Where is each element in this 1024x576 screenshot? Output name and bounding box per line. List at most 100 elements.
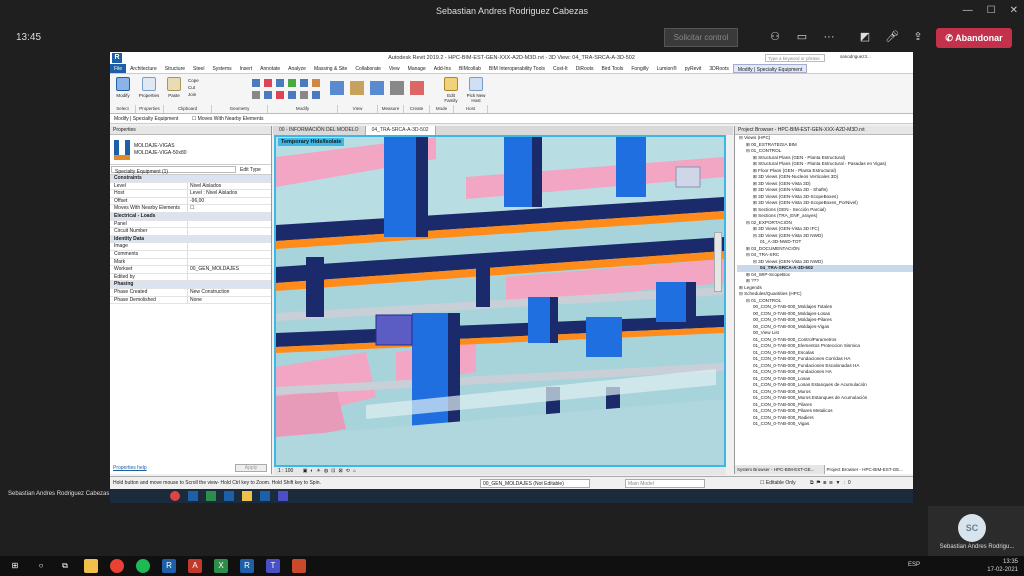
request-control-button[interactable]: Solicitar control <box>664 28 738 47</box>
app-icon[interactable] <box>292 559 306 573</box>
browser-bottom-tab[interactable]: System Browser - HPC-BIM-EST-GE... <box>735 465 825 474</box>
ribbon-tab[interactable]: Modify | Specialty Equipment <box>732 64 808 73</box>
ribbon-tab[interactable]: Architecture <box>126 64 161 73</box>
ribbon-tab[interactable]: Analyze <box>284 64 310 73</box>
ribbon-tab[interactable]: BIMcollab <box>455 64 485 73</box>
excel-icon[interactable] <box>206 491 216 501</box>
revit-icon[interactable] <box>224 491 234 501</box>
minimize-icon[interactable]: — <box>963 0 973 22</box>
revit-logo-icon[interactable]: R <box>112 53 122 63</box>
search-icon[interactable]: ○ <box>34 559 48 573</box>
more-actions-icon[interactable]: ··· <box>822 30 836 44</box>
property-value[interactable]: 00_GEN_MOLDAJES <box>188 266 271 273</box>
join-button[interactable]: Join <box>188 91 199 98</box>
language-indicator[interactable]: ESP <box>908 562 920 568</box>
instance-filter-dropdown[interactable]: Specialty Equipment (1) <box>111 166 236 175</box>
property-value[interactable] <box>188 274 271 281</box>
ribbon-tab[interactable]: File <box>110 64 127 73</box>
modify-button[interactable]: Modify <box>113 77 133 103</box>
revit-user[interactable]: sanodriguez3... <box>840 54 871 59</box>
chrome-icon[interactable] <box>110 559 124 573</box>
property-value[interactable]: -96,00 <box>188 198 271 205</box>
revit-icon[interactable] <box>260 491 270 501</box>
revit-icon[interactable]: R <box>162 559 176 573</box>
chat-icon[interactable]: ▭ <box>795 30 809 44</box>
view-scale[interactable]: 1 : 100 <box>278 468 293 474</box>
revit-search-input[interactable]: Type a keyword or phrase <box>765 54 825 62</box>
3d-view-canvas[interactable]: Temporary Hide/Isolate <box>274 135 726 467</box>
ribbon-tab[interactable]: BIM Interoperability Tools <box>485 64 549 73</box>
folder-icon[interactable] <box>84 559 98 573</box>
navigation-bar[interactable] <box>714 232 722 292</box>
view-tab[interactable]: 04_TRA-SRCA-A-3D-502 <box>365 126 436 135</box>
edit-type-button[interactable]: Edit Type <box>237 165 271 174</box>
ribbon-tab[interactable]: Fongilly <box>627 64 652 73</box>
property-value[interactable]: ☐ <box>188 205 271 212</box>
ribbon-tab[interactable]: Insert <box>236 64 257 73</box>
ribbon-tab[interactable]: Cost-It <box>549 64 572 73</box>
revit-icon[interactable]: R <box>240 559 254 573</box>
property-section[interactable]: Electrical - Loads <box>110 212 271 221</box>
close-icon[interactable]: ✕ <box>1010 0 1018 22</box>
ribbon-tab[interactable]: Structure <box>161 64 189 73</box>
properties-button[interactable]: Properties <box>138 77 160 103</box>
ribbon-tab[interactable]: Add-Ins <box>430 64 455 73</box>
chrome-icon[interactable] <box>170 491 180 501</box>
microphone-icon[interactable]: 🎤︎ <box>885 30 899 44</box>
selection-filter-icons[interactable]: ⧉⚑⊞⊟▼:0 <box>810 477 854 489</box>
type-selector[interactable]: MOLDAJE-VIGAS MOLDAJE-VIGA-50x80 <box>110 135 271 165</box>
workset-dropdown[interactable]: 00_GEN_MOLDAJES (Not Editable) <box>480 479 590 488</box>
design-option-dropdown[interactable]: Main Model <box>625 479 705 488</box>
camera-off-icon[interactable]: ◩ <box>858 30 872 44</box>
leave-call-button[interactable]: ✆ Abandonar <box>936 28 1012 48</box>
editable-only-checkbox[interactable]: ☐ Editable Only <box>760 477 796 489</box>
share-screen-icon[interactable]: ⇪ <box>911 30 925 44</box>
ribbon-tab[interactable]: Systems <box>208 64 235 73</box>
property-section[interactable]: Identity Data <box>110 235 271 244</box>
property-value[interactable]: None <box>188 297 271 304</box>
task-view-icon[interactable]: ⧉ <box>58 559 72 573</box>
view-control-icons[interactable]: ▣◐☀◍⊡⊠⟲⌂ <box>303 468 359 474</box>
ribbon-tab[interactable]: Bird Tools <box>598 64 628 73</box>
property-value[interactable] <box>188 251 271 258</box>
revit-icon[interactable] <box>188 491 198 501</box>
ribbon-tab[interactable]: Lumion® <box>653 64 681 73</box>
ribbon-tab[interactable]: Annotate <box>256 64 284 73</box>
windows-start-icon[interactable]: ⊞ <box>8 559 22 573</box>
ribbon-tab[interactable]: Manage <box>404 64 430 73</box>
spotify-icon[interactable] <box>136 559 150 573</box>
participants-icon[interactable]: ⚇ <box>768 30 782 44</box>
teams-icon[interactable]: T <box>266 559 280 573</box>
pick-new-host-button[interactable]: Pick New Host <box>464 77 488 103</box>
property-value[interactable]: Level : Nivel Aislados <box>188 190 271 197</box>
moves-with-nearby-checkbox[interactable]: ☐ Moves With Nearby Elements <box>192 116 264 122</box>
property-value[interactable] <box>188 228 271 235</box>
modify-tools-icon-grid[interactable] <box>250 77 440 103</box>
cope-button[interactable]: Cope <box>188 77 199 84</box>
properties-help-link[interactable]: Properties help <box>113 465 147 471</box>
ribbon-tab[interactable]: Collaborate <box>351 64 385 73</box>
ribbon-tab[interactable]: DiRoots <box>572 64 598 73</box>
browser-bottom-tab[interactable]: Project Browser - HPC-BIM-EST-GE... <box>824 465 913 474</box>
teams-icon[interactable] <box>278 491 288 501</box>
autocad-icon[interactable]: A <box>188 559 202 573</box>
maximize-icon[interactable]: ☐ <box>987 0 996 22</box>
ribbon-tab[interactable]: 3DRoots <box>705 64 732 73</box>
ribbon-tab[interactable]: Massing & Site <box>310 64 351 73</box>
property-section[interactable]: Phasing <box>110 281 271 289</box>
excel-icon[interactable]: X <box>214 559 228 573</box>
property-value[interactable] <box>188 243 271 250</box>
ribbon-tab[interactable]: pyRevit <box>681 64 706 73</box>
property-value[interactable]: New Construction <box>188 289 271 296</box>
edit-family-button[interactable]: Edit Family <box>440 77 462 103</box>
browser-tree-item[interactable]: 01_CON_0-TAB-000_Vigas <box>737 421 913 428</box>
property-value[interactable] <box>188 259 271 266</box>
folder-icon[interactable] <box>242 491 252 501</box>
ribbon-tab[interactable]: View <box>385 64 404 73</box>
property-value[interactable]: Nivel Aislados <box>188 183 271 190</box>
property-section[interactable]: Constraints <box>110 175 271 183</box>
paste-button[interactable]: Paste <box>165 77 183 103</box>
system-clock[interactable]: 13:35 17-02-2021 <box>987 558 1018 574</box>
view-tab[interactable]: 00 - INFORMACIÓN DEL MODELO <box>273 126 366 135</box>
apply-button[interactable]: Apply <box>235 464 267 472</box>
